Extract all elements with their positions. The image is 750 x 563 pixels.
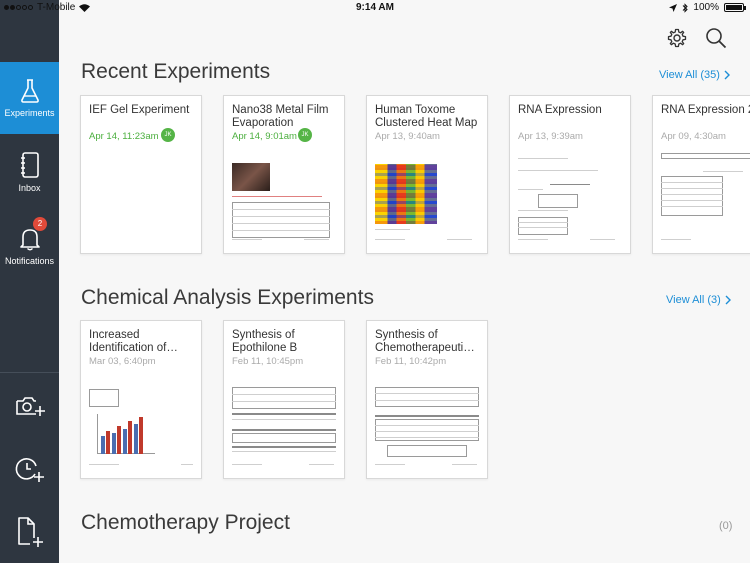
card-date: Apr 13, 9:39am [518,131,583,142]
card-title: IEF Gel Experiment [89,104,190,116]
sidebar-divider [0,372,59,373]
section-title-recent: Recent Experiments [81,60,271,83]
search-button[interactable] [704,26,728,50]
sidebar-item-experiments[interactable]: Experiments [0,62,59,134]
card-title: Human Toxome Clustered Heat Map [375,104,478,129]
card-date: Apr 09, 4:30am [661,131,726,142]
add-timer-button[interactable] [0,440,59,500]
card-date: Apr 14, 11:23am [89,131,159,142]
bluetooth-icon [683,2,689,13]
location-icon [669,3,678,12]
status-bar: T-Mobile 9:14 AM 100% [0,0,750,16]
notebook-icon [20,151,39,178]
view-all-chemical-link[interactable]: View All (3) [666,294,731,306]
card-title: RNA Expression 2 [661,104,750,116]
card-date: Apr 13, 9:40am [375,131,440,142]
gear-icon [667,28,687,48]
avatar: JK [161,128,175,142]
experiment-card-chemotherapeutic-synthesis[interactable]: Synthesis of Chemotherapeuti… Feb 11, 10… [366,320,488,479]
experiment-card-ief-gel[interactable]: IEF Gel Experiment Apr 14, 11:23am JK [80,95,202,254]
clock-add-icon [15,458,44,482]
capture-photo-button[interactable] [0,376,59,436]
avatar: JK [298,128,312,142]
camera-add-icon [15,397,45,416]
sidebar-item-notifications[interactable]: 2 Notifications [0,210,59,282]
settings-button[interactable] [665,26,689,50]
clock: 9:14 AM [356,2,394,13]
project-count: (0) [719,520,733,532]
sidebar-item-label: Inbox [18,182,41,193]
flask-icon [20,78,39,103]
view-all-label: View All (3) [666,294,721,306]
add-document-button[interactable] [0,502,59,562]
card-title: Increased Identification of… [89,329,178,354]
card-title: Nano38 Metal Film Evaporation [232,104,329,129]
sidebar-item-label: Notifications [4,255,55,266]
battery-icon [724,3,746,12]
card-title: RNA Expression [518,104,602,116]
sidebar: Experiments Inbox 2 Notifications [0,0,59,563]
battery-percent: 100% [693,2,719,13]
chevron-right-icon [725,295,731,305]
card-date: Mar 03, 6:40pm [89,356,156,367]
section-title-chemotherapy-project: Chemotherapy Project [81,511,290,534]
card-date: Apr 14, 9:01am [232,131,297,142]
notification-badge: 2 [33,217,47,231]
chevron-right-icon [724,70,730,80]
experiment-card-human-toxome[interactable]: Human Toxome Clustered Heat Map Apr 13, … [366,95,488,254]
search-icon [706,28,727,49]
card-title: Synthesis of Epothilone B [232,329,298,354]
experiment-card-increased-identification[interactable]: Increased Identification of… Mar 03, 6:4… [80,320,202,479]
card-title: Synthesis of Chemotherapeuti… [375,329,475,354]
card-date: Feb 11, 10:45pm [232,356,304,367]
status-right: 100% [669,2,746,13]
heatmap-thumbnail [375,164,437,224]
view-all-recent-link[interactable]: View All (35) [659,69,730,81]
document-add-icon [17,517,43,547]
experiment-card-rna-expression-2[interactable]: RNA Expression 2 Apr 09, 4:30am [652,95,750,254]
experiment-card-rna-expression[interactable]: RNA Expression Apr 13, 9:39am [509,95,631,254]
experiment-card-nano38[interactable]: Nano38 Metal Film Evaporation Apr 14, 9:… [223,95,345,254]
sidebar-item-label: Experiments [4,107,55,118]
card-date: Feb 11, 10:42pm [375,356,447,367]
view-all-label: View All (35) [659,69,720,81]
section-title-chemical-analysis: Chemical Analysis Experiments [81,286,374,309]
sidebar-item-inbox[interactable]: Inbox [0,136,59,208]
experiment-card-epothilone-b[interactable]: Synthesis of Epothilone B Feb 11, 10:45p… [223,320,345,479]
